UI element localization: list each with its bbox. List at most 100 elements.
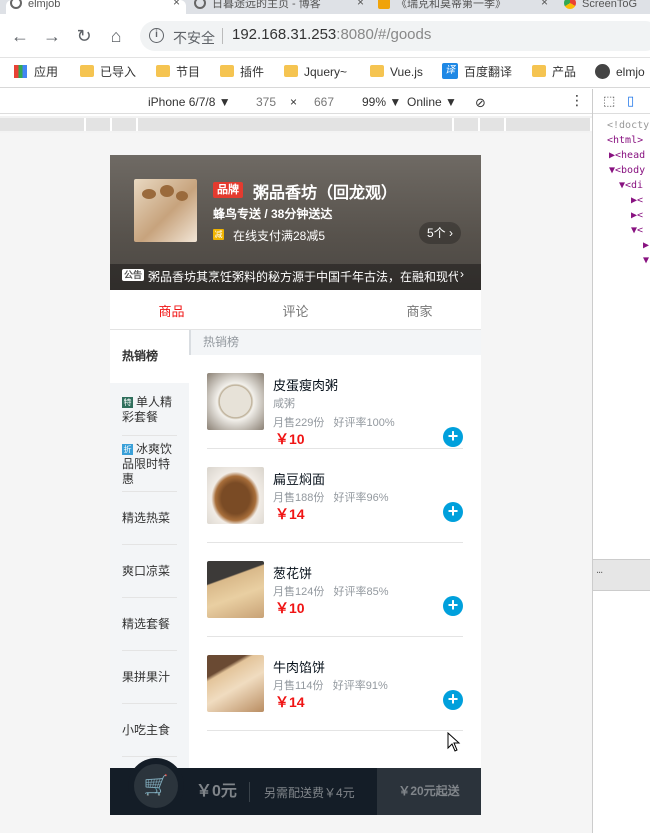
elements-tree: <!docty <html> ▶<head ▼<body ▼<di ▶< ▶< … xyxy=(593,114,650,268)
min-price-button[interactable]: ￥20元起送 xyxy=(377,768,481,815)
home-icon[interactable]: ⌂ xyxy=(106,26,126,47)
dom-node[interactable]: ▼< xyxy=(607,223,650,238)
drag-handle-icon[interactable]: ... xyxy=(596,564,603,576)
food-stats: 月售188份 好评率96% xyxy=(273,492,389,504)
bookmark-elmjob[interactable]: elmjo xyxy=(594,63,645,81)
special-tag-icon: 特 xyxy=(122,396,133,408)
dom-node[interactable]: ▶< xyxy=(607,193,650,208)
folder-icon xyxy=(80,65,94,77)
tab-title: elmjob xyxy=(28,0,61,10)
bookmark-imported[interactable]: 已导入 xyxy=(78,63,136,81)
add-to-cart-button[interactable]: + xyxy=(443,596,463,616)
menu-item-hot-dishes[interactable]: 精选热菜 xyxy=(110,492,189,545)
apps-grid-icon xyxy=(14,65,27,78)
tab-ratings[interactable]: 评论 xyxy=(234,301,357,320)
bookmark-products[interactable]: 产品 xyxy=(530,63,576,81)
more-menu-icon[interactable]: ⋮ xyxy=(570,92,584,109)
browser-tab-blog[interactable]: 日暮途远的主页 - 博客 × xyxy=(190,0,370,14)
food-item[interactable]: 扁豆焖面 月售188份 好评率96% ￥14 + xyxy=(207,449,463,543)
forward-arrow-icon[interactable]: → xyxy=(42,26,62,47)
support-text: 在线支付满28减5 xyxy=(233,229,326,243)
food-price: ￥14 xyxy=(275,506,305,522)
add-to-cart-button[interactable]: + xyxy=(443,690,463,710)
bookmark-programs[interactable]: 节目 xyxy=(154,63,200,81)
dom-node[interactable]: ▶ xyxy=(607,238,650,253)
menu-item-single-set[interactable]: 特单人精彩套餐 xyxy=(110,383,189,436)
dom-node[interactable]: ▶<head xyxy=(607,148,650,163)
screentogif-icon xyxy=(564,0,576,9)
chevron-right-icon[interactable]: › xyxy=(460,267,464,281)
food-price: ￥10 xyxy=(275,600,305,616)
bulletin-text[interactable]: 粥品香坊其烹饪粥料的秘方源于中国千年古法，在融和现代制作工艺 xyxy=(148,268,458,285)
tab-title: ScreenToG xyxy=(582,0,638,10)
brand-badge: 品牌 xyxy=(213,182,243,198)
food-item[interactable]: 皮蛋瘦肉粥 咸粥 月售229份 好评率100% ￥10 + xyxy=(207,355,463,449)
rotate-icon[interactable]: ⊘ xyxy=(475,95,486,111)
close-icon[interactable]: × xyxy=(173,0,180,8)
globe-icon xyxy=(595,64,610,79)
cart-total-price: ￥0元 xyxy=(196,782,250,802)
menu-item-fruit[interactable]: 果拼果汁 xyxy=(110,651,189,704)
reload-icon[interactable]: ↻ xyxy=(74,26,94,47)
add-to-cart-button[interactable]: + xyxy=(443,502,463,522)
network-select[interactable]: Online ▼ xyxy=(407,95,457,109)
browser-tab-screentogif[interactable]: ScreenToG xyxy=(560,0,650,14)
menu-item-label: 爽口凉菜 xyxy=(122,564,171,578)
dom-node[interactable]: ▼<di xyxy=(607,178,650,193)
dom-node[interactable]: ▶< xyxy=(607,208,650,223)
tab-title: 《瑞克和莫蒂第一季》 xyxy=(396,0,506,10)
back-arrow-icon[interactable]: ← xyxy=(10,26,30,47)
tab-goods[interactable]: 商品 xyxy=(110,301,233,320)
bookmark-apps[interactable]: 应用 xyxy=(12,63,58,81)
menu-item-drinks[interactable]: 折冰爽饮品限时特惠 xyxy=(110,436,189,492)
dom-node[interactable]: <html> xyxy=(607,133,650,148)
url-bar[interactable]: i 不安全 192.168.31.253:8080/#/goods xyxy=(140,21,650,51)
zoom-select[interactable]: 99% ▼ xyxy=(362,95,401,109)
dom-node[interactable]: ▼ xyxy=(607,253,650,268)
device-select[interactable]: iPhone 6/7/8 ▼ xyxy=(148,95,231,109)
bookmark-baidu-translate[interactable]: 译百度翻译 xyxy=(442,63,512,81)
cloud-icon xyxy=(194,0,206,9)
drawer-splitter[interactable]: ... xyxy=(593,559,650,591)
close-icon[interactable]: × xyxy=(541,0,548,8)
close-icon[interactable]: × xyxy=(357,0,364,8)
menu-item-snacks[interactable]: 小吃主食 xyxy=(110,704,189,757)
inspect-icon[interactable]: ⬚ xyxy=(603,93,615,109)
menu-item-set-meals[interactable]: 精选套餐 xyxy=(110,598,189,651)
folder-icon xyxy=(220,65,234,77)
height-input[interactable]: 667 xyxy=(314,95,334,109)
bookmark-plugins[interactable]: 插件 xyxy=(218,63,264,81)
width-input[interactable]: 375 xyxy=(256,95,276,109)
bulletin-icon: 公告 xyxy=(122,269,144,281)
bookmark-jquery[interactable]: Jquery~ xyxy=(282,63,347,81)
shopping-cart-icon[interactable]: 🛒 xyxy=(134,764,178,808)
shop-name: 粥品香坊（回龙观） xyxy=(253,185,398,202)
menu-item-cold-dishes[interactable]: 爽口凉菜 xyxy=(110,545,189,598)
food-name: 牛肉馅饼 xyxy=(273,660,326,675)
food-item[interactable]: 葱花饼 月售124份 好评率85% ￥10 + xyxy=(207,543,463,637)
cart-logo-wrapper[interactable]: 🛒 xyxy=(128,758,184,814)
discount-tag-icon: 折 xyxy=(122,443,133,455)
device-toggle-icon[interactable]: ▯ xyxy=(627,93,634,109)
folder-icon xyxy=(532,65,546,77)
info-icon[interactable]: i xyxy=(149,28,164,43)
category-title: 热销榜 xyxy=(189,330,481,355)
add-to-cart-button[interactable]: + xyxy=(443,427,463,447)
url-text[interactable]: 192.168.31.253:8080/#/goods xyxy=(232,26,431,43)
browser-tab-elmjob[interactable]: elmjob × xyxy=(6,0,186,14)
support-count-button[interactable]: 5个 › xyxy=(419,222,462,244)
food-item[interactable]: 牛肉馅饼 月售114份 好评率91% ￥14 + xyxy=(207,637,463,731)
dom-node[interactable]: ▼<body xyxy=(607,163,650,178)
security-label[interactable]: 不安全 xyxy=(173,28,215,48)
food-name: 扁豆焖面 xyxy=(273,472,326,487)
delivery-info: 蜂鸟专送 / 38分钟送达 xyxy=(213,207,333,221)
food-list: 热销榜 皮蛋瘦肉粥 咸粥 月售229份 好评率100% ￥10 + 扁豆焖面 月… xyxy=(189,330,481,770)
food-name: 葱花饼 xyxy=(273,566,313,581)
browser-tab-rick[interactable]: 《瑞克和莫蒂第一季》 × xyxy=(374,0,554,14)
mouse-cursor-icon xyxy=(447,732,461,752)
bookmark-vuejs[interactable]: Vue.js xyxy=(368,63,423,81)
menu-item-hot[interactable]: 热销榜 xyxy=(110,330,189,383)
tab-seller[interactable]: 商家 xyxy=(358,301,481,320)
folder-icon xyxy=(370,65,384,77)
dom-node[interactable]: <!docty xyxy=(607,118,650,133)
